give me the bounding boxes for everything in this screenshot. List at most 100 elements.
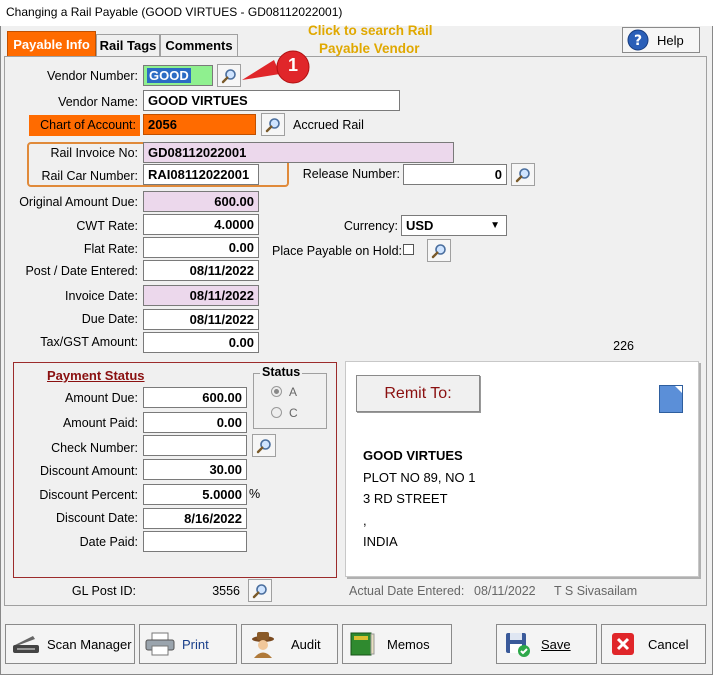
magnifier-icon — [515, 167, 530, 182]
status-a-radio[interactable] — [271, 386, 282, 397]
record-count: 226 — [613, 339, 634, 353]
memos-label: Memos — [387, 636, 430, 652]
tax-input[interactable]: 0.00 — [143, 332, 259, 353]
save-button[interactable]: Save — [496, 624, 597, 664]
chart-search-button[interactable] — [261, 113, 285, 136]
floppy-disk-icon — [506, 633, 530, 657]
remit-line-city: , — [363, 513, 367, 528]
remit-line-country: INDIA — [363, 534, 398, 549]
discount-amount-label: Discount Amount: — [40, 464, 138, 478]
rail-car-label: Rail Car Number: — [41, 169, 138, 183]
discount-date-input[interactable]: 8/16/2022 — [143, 508, 247, 529]
callout-number: 1 — [287, 55, 298, 75]
audit-label: Audit — [291, 636, 321, 652]
discount-percent-input[interactable]: 5.0000 — [143, 484, 247, 505]
actual-date-label: Actual Date Entered: — [349, 584, 465, 598]
currency-label: Currency: — [343, 219, 398, 233]
magnifier-icon — [256, 438, 271, 453]
flat-rate-input[interactable]: 0.00 — [143, 237, 259, 258]
callout-hint-line2: Payable Vendor — [319, 41, 420, 56]
tab-rail-tags[interactable]: Rail Tags — [96, 34, 160, 56]
tab-comments[interactable]: Comments — [160, 34, 238, 56]
amount-due-input[interactable]: 600.00 — [143, 387, 247, 408]
status-title: Status — [260, 365, 303, 379]
entered-by-user: T S Sivasailam — [554, 584, 638, 598]
magnifier-icon — [265, 117, 280, 132]
svg-text:?: ? — [634, 33, 642, 49]
discount-percent-label: Discount Percent: — [39, 488, 138, 502]
date-paid-input[interactable] — [143, 531, 247, 552]
rail-invoice-input[interactable]: GD08112022001 — [143, 142, 454, 163]
post-date-input[interactable]: 08/11/2022 — [143, 260, 259, 281]
release-number-input[interactable]: 0 — [403, 164, 507, 185]
due-date-input[interactable]: 08/11/2022 — [143, 309, 259, 330]
amount-paid-label: Amount Paid: — [62, 416, 138, 430]
amount-paid-input[interactable]: 0.00 — [143, 412, 247, 433]
original-amount-label: Original Amount Due: — [19, 195, 138, 209]
payment-status-title: Payment Status — [47, 368, 145, 383]
currency-value: USD — [406, 218, 434, 233]
magnifier-icon — [221, 68, 236, 83]
callout-arrow-icon — [242, 50, 310, 84]
audit-button[interactable]: Audit — [241, 624, 338, 664]
date-paid-label: Date Paid: — [79, 535, 138, 549]
gl-search-button[interactable] — [248, 579, 272, 602]
cwt-rate-input[interactable]: 4.0000 — [143, 214, 259, 235]
cwt-rate-label: CWT Rate: — [76, 219, 138, 233]
print-label: Print — [182, 636, 209, 652]
note-icon[interactable] — [659, 385, 683, 413]
help-button[interactable]: ? Help — [622, 27, 700, 53]
vendor-name-input[interactable]: GOOD VIRTUES — [143, 90, 400, 111]
remit-line-address1: PLOT NO 89, NO 1 — [363, 470, 476, 485]
rail-car-input[interactable]: RAI08112022001 — [143, 164, 259, 185]
hold-checkbox[interactable] — [403, 244, 414, 255]
vendor-number-value: GOOD — [147, 68, 191, 83]
check-search-button[interactable] — [252, 434, 276, 457]
close-icon — [612, 633, 634, 655]
scan-manager-label: Scan Manager — [47, 636, 132, 652]
remit-line-name: GOOD VIRTUES — [363, 448, 463, 463]
memos-button[interactable]: Memos — [342, 624, 452, 664]
cancel-button[interactable]: Cancel — [601, 624, 706, 664]
remit-to-button[interactable]: Remit To: — [356, 375, 480, 412]
status-c-radio[interactable] — [271, 407, 282, 418]
tax-label: Tax/GST Amount: — [40, 335, 138, 349]
cancel-label: Cancel — [648, 636, 689, 652]
vendor-number-input[interactable]: GOOD — [143, 65, 213, 86]
release-search-button[interactable] — [511, 163, 535, 186]
gl-post-value: 3556 — [212, 584, 240, 598]
currency-select[interactable]: USD ▼ — [401, 215, 507, 236]
status-c-label: C — [289, 406, 298, 420]
percent-sign: % — [249, 487, 261, 501]
rail-invoice-label: Rail Invoice No: — [50, 146, 138, 160]
vendor-name-label: Vendor Name: — [58, 95, 138, 109]
printer-icon — [145, 632, 175, 656]
window-title: Changing a Rail Payable (GOOD VIRTUES - … — [6, 5, 343, 19]
flat-rate-label: Flat Rate: — [83, 242, 138, 256]
check-number-input[interactable] — [143, 435, 247, 456]
chevron-down-icon: ▼ — [490, 220, 500, 231]
magnifier-icon — [252, 583, 267, 598]
vendor-number-label: Vendor Number: — [46, 69, 138, 83]
tab-payable-info[interactable]: Payable Info — [7, 31, 96, 57]
status-a-label: A — [289, 385, 298, 399]
help-label: Help — [657, 32, 684, 48]
remit-line-address2: 3 RD STREET — [363, 491, 448, 506]
save-label: Save — [541, 636, 571, 652]
detective-icon — [252, 632, 274, 658]
chart-of-account-input[interactable]: 2056 — [143, 114, 256, 135]
magnifier-icon — [431, 243, 446, 258]
actual-date-value: 08/11/2022 — [474, 584, 536, 598]
hold-search-button[interactable] — [427, 239, 451, 262]
scan-manager-button[interactable]: Scan Manager — [5, 624, 135, 664]
invoice-date-label: Invoice Date: — [65, 289, 138, 303]
chart-of-account-label: Chart of Account: — [29, 115, 140, 136]
hold-label: Place Payable on Hold: — [272, 244, 402, 258]
check-number-label: Check Number: — [51, 441, 138, 455]
invoice-date-input[interactable]: 08/11/2022 — [143, 285, 259, 306]
discount-date-label: Discount Date: — [56, 511, 138, 525]
original-amount-input[interactable]: 600.00 — [143, 191, 259, 212]
print-button[interactable]: Print — [139, 624, 237, 664]
discount-amount-input[interactable]: 30.00 — [143, 459, 247, 480]
due-date-label: Due Date: — [81, 312, 138, 326]
